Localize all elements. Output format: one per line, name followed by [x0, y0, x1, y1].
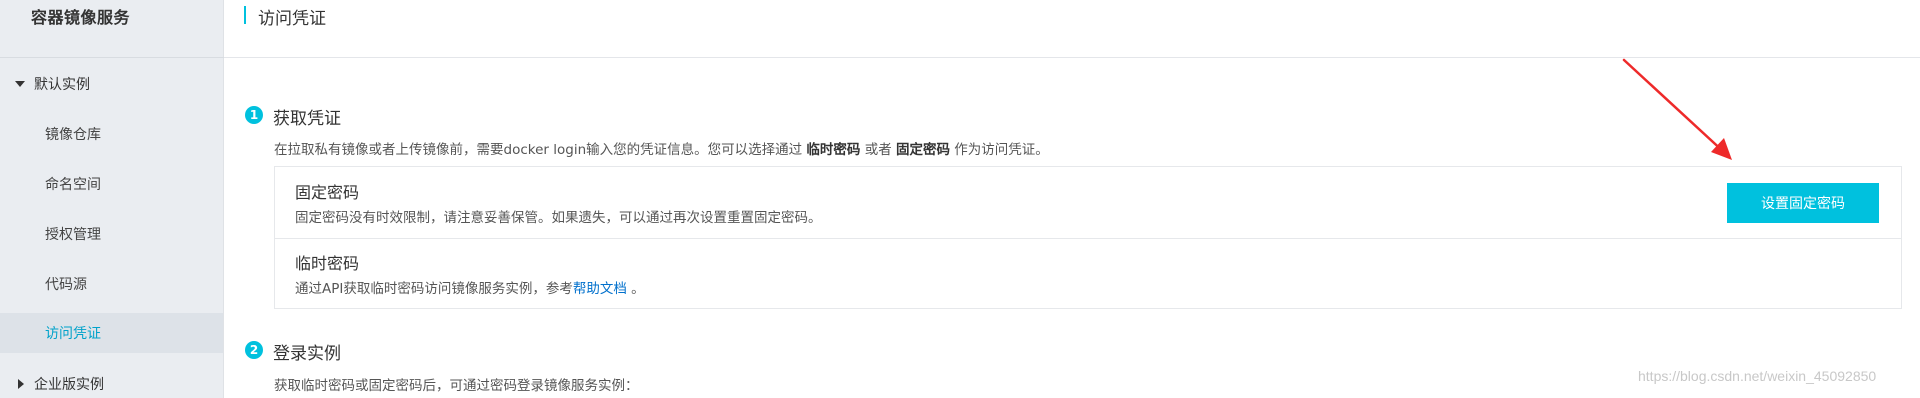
- sidebar-item-authorization[interactable]: 授权管理: [0, 214, 223, 254]
- arrow-shaft: [1622, 58, 1728, 156]
- step-description: 在拉取私有镜像或者上传镜像前，需要docker login输入您的凭证信息。您可…: [274, 142, 1049, 158]
- sidebar-group-label: 企业版实例: [34, 377, 104, 393]
- sidebar-item-label: 命名空间: [45, 177, 101, 193]
- temp-password-emphasis: 临时密码: [806, 142, 861, 158]
- step-description: 获取临时密码或固定密码后，可通过密码登录镜像服务实例：: [274, 378, 639, 394]
- sidebar: 容器镜像服务 默认实例 镜像仓库 命名空间 授权管理 代码源 访问凭证 企业版实…: [0, 0, 224, 398]
- sidebar-item-repositories[interactable]: 镜像仓库: [0, 114, 223, 154]
- temp-password-title: 临时密码: [295, 254, 360, 273]
- sidebar-item-label: 授权管理: [45, 227, 101, 243]
- caret-down-icon: [15, 81, 29, 87]
- sidebar-title: 容器镜像服务: [31, 8, 131, 27]
- caret-right-icon: [15, 379, 29, 389]
- fixed-password-emphasis: 固定密码: [896, 142, 951, 158]
- step-title: 获取凭证: [273, 109, 341, 129]
- sidebar-group-label: 默认实例: [34, 77, 90, 93]
- sidebar-group-default-instance[interactable]: 默认实例: [15, 70, 90, 98]
- page-title: 访问凭证: [258, 9, 326, 29]
- fixed-password-title: 固定密码: [295, 183, 360, 202]
- watermark-text: https://blog.csdn.net/weixin_45092850: [1638, 368, 1877, 384]
- sidebar-item-label: 代码源: [45, 277, 87, 293]
- sidebar-item-namespaces[interactable]: 命名空间: [0, 164, 223, 204]
- sidebar-item-label: 访问凭证: [45, 326, 101, 342]
- step-number-badge: 2: [245, 341, 263, 359]
- console-page: 容器镜像服务 默认实例 镜像仓库 命名空间 授权管理 代码源 访问凭证 企业版实…: [0, 0, 1920, 398]
- fixed-password-description: 固定密码没有时效限制，请注意妥善保管。如果遗失，可以通过再次设置重置固定密码。: [295, 210, 822, 226]
- step-title: 登录实例: [273, 344, 341, 364]
- set-fixed-password-button[interactable]: 设置固定密码: [1727, 183, 1879, 223]
- sidebar-item-access-credentials[interactable]: 访问凭证: [0, 313, 223, 353]
- help-docs-link[interactable]: 帮助文档: [573, 281, 627, 297]
- sidebar-item-code-source[interactable]: 代码源: [0, 264, 223, 304]
- arrow-head: [1711, 138, 1732, 160]
- sidebar-item-label: 镜像仓库: [45, 127, 101, 143]
- step-number-badge: 1: [245, 106, 263, 124]
- panel-divider: [275, 238, 1901, 239]
- annotation-arrow: [1622, 58, 1732, 160]
- sidebar-divider: [0, 57, 224, 58]
- temp-password-description: 通过API获取临时密码访问镜像服务实例，参考帮助文档 。: [295, 281, 645, 297]
- sidebar-group-enterprise-instance[interactable]: 企业版实例: [15, 370, 104, 398]
- credentials-panel: 固定密码 固定密码没有时效限制，请注意妥善保管。如果遗失，可以通过再次设置重置固…: [274, 166, 1902, 309]
- header-accent-bar: [244, 6, 246, 24]
